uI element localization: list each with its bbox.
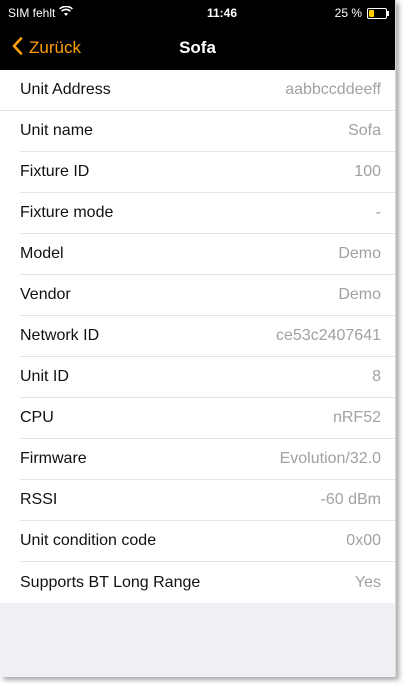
row-value: Demo [338,245,381,262]
row-value: -60 dBm [320,491,381,508]
row-value: nRF52 [332,409,381,426]
row-label: Supports BT Long Range [20,573,201,591]
row-value: Yes [354,573,381,591]
row-label: Unit Address [20,81,111,98]
list-item-model: Model Demo [20,234,395,275]
row-value: 100 [354,163,381,180]
list-item-fixture-id: Fixture ID 100 [20,152,395,193]
list-item-rssi: RSSI -60 dBm [20,480,395,521]
row-label: Unit ID [20,368,69,385]
row-label: Firmware [20,450,87,467]
status-left: SIM fehlt [8,5,74,20]
row-value: aabbccddeeff [285,81,381,98]
row-label: Vendor [20,286,71,303]
list-item-unit-id: Unit ID 8 [20,357,395,398]
row-label: Model [20,245,64,262]
list-item-unit-name: Unit name Sofa [20,111,395,152]
chevron-left-icon [12,36,23,60]
back-label: Zurück [29,38,81,57]
list-item-fixture-mode: Fixture mode - [20,193,395,234]
carrier-label: SIM fehlt [8,6,56,20]
row-value: ce53c2407641 [276,327,381,344]
wifi-icon [59,5,74,20]
back-button[interactable]: Zurück [12,36,81,60]
list-item-network-id: Network ID ce53c2407641 [20,316,395,357]
list-item-unit-address: Unit Address aabbccddeeff [0,70,395,111]
row-label: Unit condition code [20,532,157,549]
battery-charging-icon [367,7,389,19]
list-item-vendor: Vendor Demo [20,275,395,316]
device-screen: SIM fehlt 11:46 25 % Zurück Sofa Unit Ad… [0,0,396,677]
row-value: 0x00 [346,532,381,549]
row-value: 8 [372,368,381,385]
details-list: Unit Address aabbccddeeff Unit name Sofa… [0,70,395,603]
row-label: Unit name [20,122,93,139]
list-item-unit-condition-code: Unit condition code 0x00 [20,521,395,562]
list-item-firmware: Firmware Evolution/32.0 [20,439,395,480]
list-item-supports-bt-long-range: Supports BT Long Range Yes [0,562,395,603]
row-label: CPU [20,409,54,426]
navigation-bar: Zurück Sofa [0,26,395,70]
row-value: Sofa [348,122,381,139]
battery-percent: 25 % [334,6,362,20]
row-value: - [375,204,381,221]
row-label: Fixture mode [20,204,114,221]
status-right: 25 % [334,6,389,20]
status-bar: SIM fehlt 11:46 25 % [0,0,395,26]
row-label: RSSI [20,491,58,508]
row-value: Evolution/32.0 [279,450,381,467]
list-item-cpu: CPU nRF52 [20,398,395,439]
row-value: Demo [338,286,381,303]
status-time: 11:46 [206,6,238,20]
row-label: Network ID [20,327,100,344]
row-label: Fixture ID [20,163,90,180]
